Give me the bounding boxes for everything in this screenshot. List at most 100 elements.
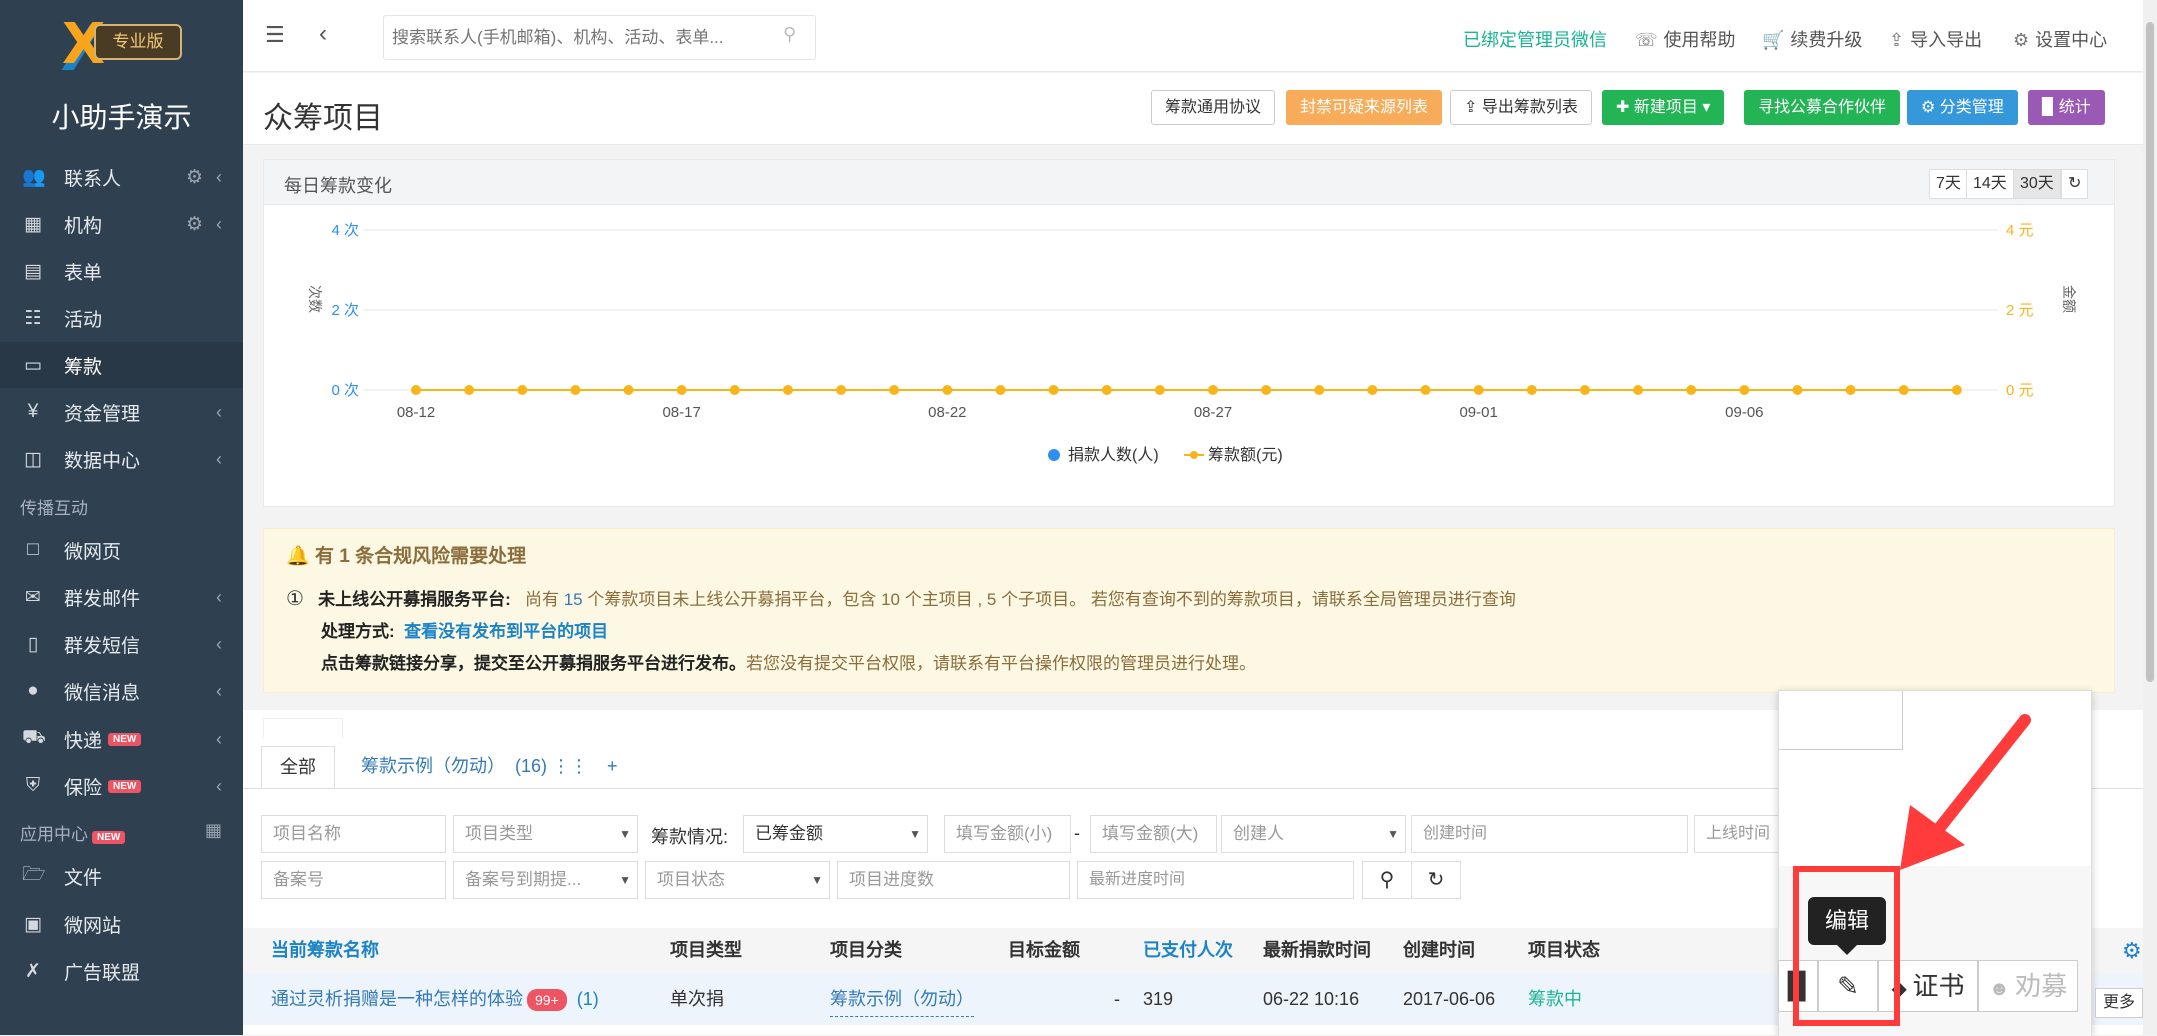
y-axis-label-left: 次数	[307, 285, 323, 313]
sidebar-item-contacts[interactable]: 👥 联系人 ⚙ ‹	[0, 154, 243, 200]
partner-button[interactable]: 寻找公募合作伙伴	[1744, 90, 1901, 125]
scrollbar-thumb[interactable]	[2146, 22, 2154, 682]
sidebar-item-insurance[interactable]: ⛨ 保险 NEW ‹	[0, 763, 243, 809]
page-scrollbar[interactable]	[2143, 0, 2157, 1035]
sidebar-item-sms[interactable]: ▯ 群发短信 ‹	[0, 621, 243, 667]
search-icon[interactable]: ⚲	[783, 24, 796, 45]
search-icon: ⚲	[1379, 869, 1395, 891]
section-apps[interactable]: 应用中心 NEW	[20, 820, 126, 845]
gear-icon[interactable]: ⚙	[2122, 938, 2142, 964]
upgrade-label: 续费升级	[1790, 30, 1863, 50]
unpublished-projects-link[interactable]: 查看没有发布到平台的项目	[404, 622, 608, 641]
recruit-button[interactable]: ☻ 劝募	[1978, 960, 2078, 1012]
sidebar-item-website[interactable]: ▣ 微网站	[0, 901, 243, 947]
creator-value: 创建人	[1233, 824, 1284, 843]
range-14-button[interactable]: 14天	[1966, 169, 2014, 199]
created-time-input[interactable]: 创建时间	[1411, 815, 1688, 853]
amount-select[interactable]: 已筹金额 ▼	[743, 815, 928, 853]
data-point	[942, 385, 953, 395]
refresh-icon[interactable]: ↻	[2061, 169, 2089, 199]
new-project-button[interactable]: ✚ 新建项目 ▾	[1602, 90, 1725, 125]
min-amount-input[interactable]: 填写金额(小)	[944, 815, 1071, 853]
stats-button[interactable]: ▉ 统计	[2028, 90, 2105, 125]
sidebar-item-activity[interactable]: ☷ 活动	[0, 295, 243, 341]
data-point	[570, 385, 581, 395]
record-no-input[interactable]: 备案号	[261, 861, 446, 899]
tab-example-label: 筹款示例（勿动）	[361, 756, 505, 776]
record-expire-select[interactable]: 备案号到期提... ▼	[453, 861, 638, 899]
x-tick-label: 09-06	[1725, 404, 1763, 421]
gear-icon[interactable]: ⚙	[186, 166, 203, 189]
max-amount-input[interactable]: 填写金额(大)	[1090, 815, 1217, 853]
data-point	[1101, 385, 1112, 395]
sidebar-item-micropage[interactable]: □ 微网页	[0, 527, 243, 573]
wechat-bound-link[interactable]: 已绑定管理员微信	[1463, 26, 1607, 52]
settings-link[interactable]: ⚙ 设置中心	[2013, 26, 2107, 52]
block-list-button[interactable]: 封禁可疑来源列表	[1286, 90, 1443, 125]
sidebar-item-funds[interactable]: ¥ 资金管理 ‹	[0, 389, 243, 435]
upgrade-link[interactable]: 🛒 续费升级	[1762, 26, 1862, 52]
range-30-button[interactable]: 30天	[2013, 169, 2061, 199]
logo[interactable]: X 专业版	[61, 17, 182, 73]
help-link[interactable]: ☏ 使用帮助	[1635, 26, 1736, 52]
sidebar-item-files[interactable]: 🗁 文件	[0, 853, 243, 899]
bell-icon: 🔔	[286, 546, 310, 567]
hamburger-icon[interactable]: ☰	[265, 22, 285, 48]
grid-icon[interactable]: ▦	[205, 820, 222, 841]
count-badge: 99+	[527, 989, 567, 1011]
sidebar-item-form[interactable]: ▤ 表单	[0, 248, 243, 294]
new-project-label: 新建项目	[1633, 99, 1698, 116]
section-apps-label: 应用中心	[20, 825, 88, 844]
sidebar-item-express[interactable]: ⛟ 快递 NEW ‹	[0, 716, 243, 762]
col-paid[interactable]: 已支付人次	[1143, 928, 1233, 973]
data-point	[1420, 385, 1431, 395]
tab-example[interactable]: 筹款示例（勿动） (16) ⋮⋮	[343, 746, 606, 788]
data-point	[1314, 385, 1325, 395]
agreement-button[interactable]: 筹款通用协议	[1151, 90, 1276, 125]
add-tab-button[interactable]: +	[589, 746, 636, 788]
sidebar-item-wechat[interactable]: ● 微信消息 ‹	[0, 668, 243, 714]
new-badge: NEW	[108, 732, 142, 746]
search-input[interactable]	[383, 15, 816, 60]
sidebar-item-ads[interactable]: ✗ 广告联盟	[0, 948, 243, 994]
phone-icon: ▯	[27, 633, 39, 655]
project-name-input[interactable]: 项目名称	[261, 815, 446, 853]
project-name-link[interactable]: 通过灵析捐赠是一种怎样的体验 99+ (1)	[271, 973, 599, 1025]
sidebar-item-data[interactable]: ◫ 数据中心 ‹	[0, 436, 243, 482]
y-tick-right: 4 元	[2006, 222, 2034, 239]
drag-handle-icon[interactable]: ⋮⋮	[552, 756, 588, 776]
col-status: 项目状态	[1528, 940, 1600, 960]
creator-select[interactable]: 创建人 ▼	[1221, 815, 1406, 853]
data-point	[1951, 385, 1962, 395]
sidebar-item-fundraising[interactable]: ▭ 筹款	[0, 342, 243, 388]
sidebar-item-org[interactable]: ▦ 机构 ⚙ ‹	[0, 201, 243, 247]
tab-all[interactable]: 全部	[261, 746, 335, 788]
cell-category-link[interactable]: 筹款示例（勿动）	[830, 982, 974, 1017]
cell-paid: 319	[1143, 989, 1174, 1009]
sidebar: X 专业版 小助手演示 👥 联系人 ⚙ ‹ ▦ 机构 ⚙ ‹ ▤ 表单 ☷ 活动 ▭ 筹款 ¥ 资金…	[0, 0, 243, 1035]
reset-button[interactable]: ↻	[1411, 861, 1461, 899]
export-button[interactable]: ⇪ 导出筹款列表	[1450, 90, 1592, 125]
data-point	[676, 385, 687, 395]
import-export-link[interactable]: ⇪ 导入导出	[1889, 26, 1982, 52]
chevron-left-icon: ‹	[216, 401, 222, 422]
gear-icon: ⚙	[1921, 99, 1940, 116]
data-point	[1367, 385, 1378, 395]
gear-icon[interactable]: ⚙	[186, 213, 203, 236]
alert-l1-main: 10	[881, 590, 900, 609]
online-time-input[interactable]: 上线时间	[1694, 815, 1784, 853]
chevron-left-icon: ‹	[216, 728, 222, 749]
more-button[interactable]: 更多	[2095, 988, 2143, 1018]
chevron-left-icon[interactable]: ‹	[319, 20, 327, 48]
project-type-select[interactable]: 项目类型 ▼	[453, 815, 638, 853]
project-status-select[interactable]: 项目状态 ▼	[645, 861, 830, 899]
search-button[interactable]: ⚲	[1362, 861, 1412, 899]
category-button[interactable]: ⚙ 分类管理	[1907, 90, 2018, 125]
progress-count-input[interactable]: 项目进度数	[837, 861, 1070, 899]
data-point	[1154, 385, 1165, 395]
latest-progress-time-input[interactable]: 最新进度时间	[1077, 861, 1354, 899]
col-name[interactable]: 当前筹款名称	[271, 928, 379, 973]
sidebar-item-mail[interactable]: ✉ 群发邮件 ‹	[0, 574, 243, 620]
alert-l1-c: 个主项目 ,	[904, 590, 983, 609]
range-7-button[interactable]: 7天	[1929, 169, 1968, 199]
